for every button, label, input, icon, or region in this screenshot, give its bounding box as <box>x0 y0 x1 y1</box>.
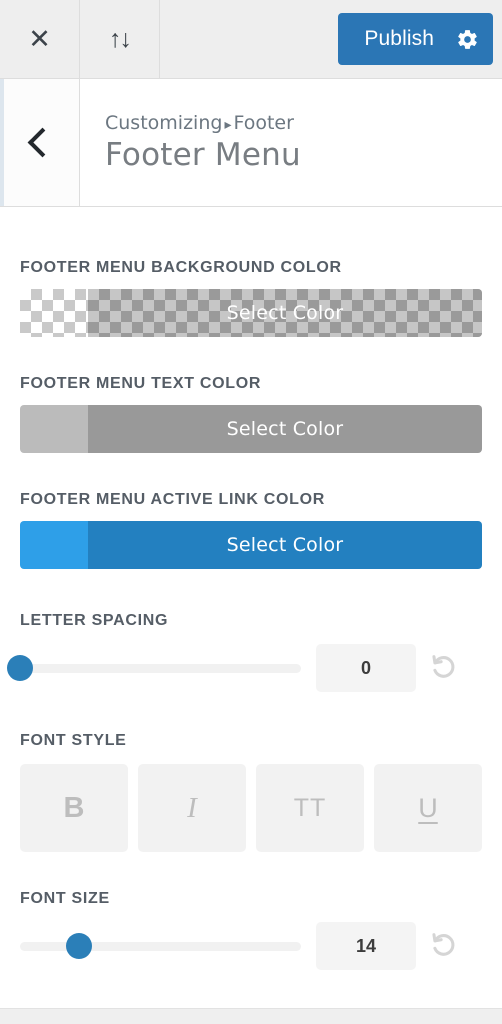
control-label: FOOTER MENU BACKGROUND COLOR <box>20 259 342 276</box>
breadcrumb-root: Customizing <box>105 112 223 134</box>
publish-button[interactable]: Publish <box>338 13 493 65</box>
customizer-header: ✕ ↑↓ Publish <box>0 0 502 79</box>
font-style-buttons: B I TT U <box>20 764 482 852</box>
back-button[interactable] <box>0 79 80 206</box>
header-spacer <box>160 0 338 78</box>
color-swatch-chip <box>20 405 88 453</box>
font-style-italic-button[interactable]: I <box>138 764 246 852</box>
font-style-underline-button[interactable]: U <box>374 764 482 852</box>
bottom-divider <box>0 1008 502 1024</box>
gear-icon[interactable] <box>456 28 479 51</box>
control-footer-menu-active-link-color: FOOTER MENU ACTIVE LINK COLOR Select Col… <box>20 491 482 569</box>
page-title: Footer Menu <box>105 137 301 173</box>
slider-handle[interactable] <box>7 655 33 681</box>
slider-track <box>20 663 301 673</box>
control-footer-menu-background-color: FOOTER MENU BACKGROUND COLOR Select Colo… <box>20 259 482 337</box>
italic-icon: I <box>187 791 197 824</box>
chevron-left-icon <box>27 127 57 158</box>
control-footer-menu-text-color: FOOTER MENU TEXT COLOR Select Color <box>20 375 482 453</box>
uppercase-icon: TT <box>293 793 327 822</box>
breadcrumb: Customizing ▸ Footer <box>105 112 502 134</box>
font-size-slider[interactable] <box>20 931 301 961</box>
font-style-bold-button[interactable]: B <box>20 764 128 852</box>
color-swatch-chip <box>20 521 88 569</box>
background-color-select-button[interactable]: Select Color <box>20 289 482 337</box>
reset-arrow-icon <box>432 655 455 678</box>
close-icon: ✕ <box>28 23 51 54</box>
font-size-reset-button[interactable] <box>422 924 466 968</box>
control-label: FONT SIZE <box>20 890 110 907</box>
active-link-color-select-button[interactable]: Select Color <box>20 521 482 569</box>
color-swatch-chip <box>20 289 88 337</box>
reset-arrow-icon <box>432 933 455 956</box>
collapse-sidebar-button[interactable]: ↑↓ <box>80 0 160 78</box>
control-label: FOOTER MENU TEXT COLOR <box>20 375 262 392</box>
publish-area: Publish <box>338 0 502 78</box>
letter-spacing-input[interactable]: 0 <box>316 644 416 692</box>
font-size-row: 14 <box>20 922 482 970</box>
control-label: FONT STYLE <box>20 732 127 749</box>
breadcrumb-separator-icon: ▸ <box>224 117 232 133</box>
control-font-style: FONT STYLE B I TT U <box>20 732 482 852</box>
letter-spacing-row: 0 <box>7 644 482 692</box>
underline-icon: U <box>418 792 438 823</box>
panel-titlebar: Customizing ▸ Footer Footer Menu <box>0 79 502 207</box>
close-customizer-button[interactable]: ✕ <box>0 0 80 78</box>
title-block: Customizing ▸ Footer Footer Menu <box>80 79 502 206</box>
slider-handle[interactable] <box>66 933 92 959</box>
select-color-label: Select Color <box>226 418 344 440</box>
text-color-select-button[interactable]: Select Color <box>20 405 482 453</box>
publish-label: Publish <box>364 27 434 50</box>
control-letter-spacing: LETTER SPACING 0 <box>7 612 482 692</box>
control-label: LETTER SPACING <box>20 612 169 629</box>
up-down-arrows-icon: ↑↓ <box>109 24 132 53</box>
font-style-uppercase-button[interactable]: TT <box>256 764 364 852</box>
slider-track <box>20 941 301 951</box>
letter-spacing-reset-button[interactable] <box>422 646 466 690</box>
bold-icon: B <box>63 791 85 824</box>
breadcrumb-current: Footer <box>233 112 294 134</box>
controls-area: FOOTER MENU BACKGROUND COLOR Select Colo… <box>0 259 502 970</box>
select-color-label: Select Color <box>226 534 344 556</box>
font-size-input[interactable]: 14 <box>316 922 416 970</box>
select-color-label: Select Color <box>226 302 344 324</box>
letter-spacing-slider[interactable] <box>7 653 301 683</box>
control-font-size: FONT SIZE 14 <box>20 890 482 970</box>
control-label: FOOTER MENU ACTIVE LINK COLOR <box>20 491 326 508</box>
